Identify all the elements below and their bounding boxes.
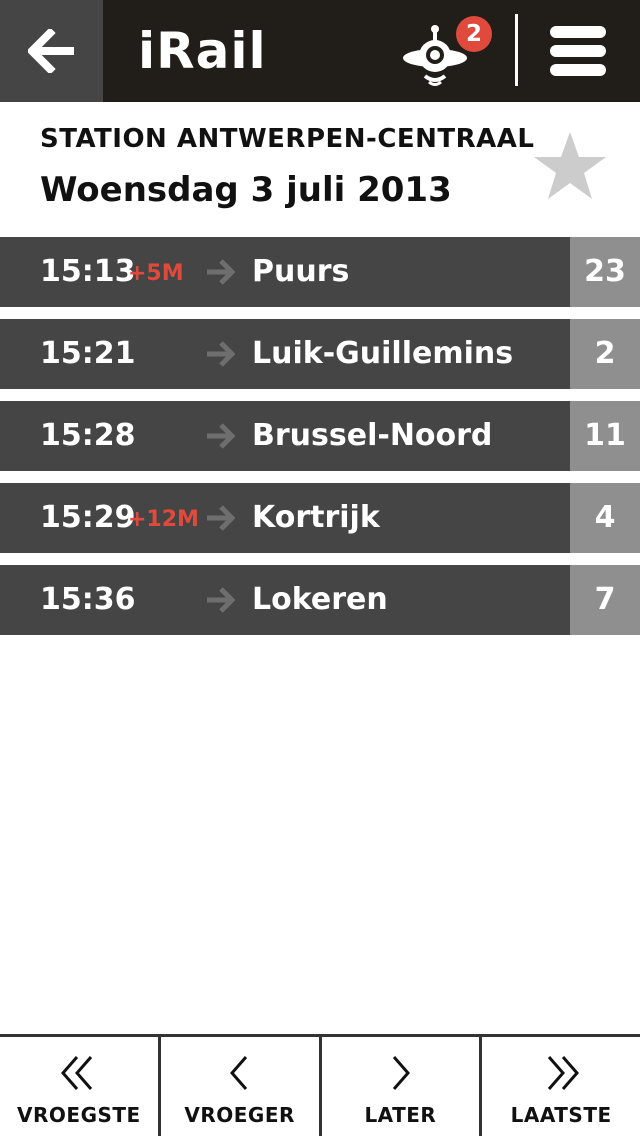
top-bar: iRail 2 (0, 0, 640, 102)
earliest-label: VROEGSTE (17, 1103, 141, 1127)
favorite-button[interactable] (532, 128, 608, 204)
chevron-right-icon (393, 1056, 411, 1090)
departure-row[interactable]: 15:13 +5M Puurs 23 (0, 237, 640, 307)
departure-time: 15:21 (40, 336, 136, 371)
earliest-button[interactable]: VROEGSTE (0, 1037, 161, 1136)
double-chevron-right-icon (547, 1056, 580, 1090)
departure-row[interactable]: 15:36 Lokeren 7 (0, 565, 640, 635)
menu-button[interactable] (540, 20, 615, 82)
departure-delay: +12M (128, 507, 199, 532)
hamburger-icon (550, 26, 606, 38)
later-button[interactable]: LATER (322, 1037, 483, 1136)
station-header: STATION ANTWERPEN-CENTRAAL Woensdag 3 ju… (0, 102, 640, 237)
station-name: STATION ANTWERPEN-CENTRAAL (40, 124, 535, 154)
arrow-right-icon (207, 259, 235, 285)
back-button[interactable] (0, 0, 103, 102)
hamburger-icon-bar (550, 45, 606, 57)
platform-number: 7 (570, 565, 640, 635)
departure-destination: Kortrijk (252, 500, 380, 535)
latest-button[interactable]: LAATSTE (482, 1037, 640, 1136)
departure-destination: Lokeren (252, 582, 388, 617)
bottom-navigation: VROEGSTE VROEGER LATER LAATSTE (0, 1034, 640, 1136)
back-arrow-icon (27, 29, 74, 73)
topbar-divider (515, 14, 518, 86)
double-chevron-left-icon (60, 1056, 93, 1090)
earlier-label: VROEGER (184, 1103, 295, 1127)
departure-time: 15:29 (40, 500, 136, 535)
departure-time: 15:36 (40, 582, 136, 617)
departures-list: 15:13 +5M Puurs 23 15:21 Luik-Guillemins 2 15:2… (0, 237, 640, 647)
departure-time: 15:28 (40, 418, 136, 453)
earlier-button[interactable]: VROEGER (161, 1037, 322, 1136)
app-title: iRail (138, 22, 267, 80)
later-label: LATER (364, 1103, 437, 1127)
star-icon (534, 132, 606, 199)
departure-row[interactable]: 15:28 Brussel-Noord 11 (0, 401, 640, 471)
departure-destination: Brussel-Noord (252, 418, 493, 453)
arrow-right-icon (207, 423, 235, 449)
departure-time: 15:13 (40, 254, 136, 289)
departure-destination: Puurs (252, 254, 350, 289)
platform-number: 4 (570, 483, 640, 553)
platform-number: 23 (570, 237, 640, 307)
hamburger-icon-bar (550, 64, 606, 76)
platform-number: 11 (570, 401, 640, 471)
arrow-right-icon (207, 341, 235, 367)
departure-date: Woensdag 3 juli 2013 (40, 170, 452, 210)
departure-row[interactable]: 15:21 Luik-Guillemins 2 (0, 319, 640, 389)
departure-destination: Luik-Guillemins (252, 336, 514, 371)
departure-row[interactable]: 15:29 +12M Kortrijk 4 (0, 483, 640, 553)
chevron-left-icon (229, 1056, 247, 1090)
notification-badge: 2 (456, 16, 492, 52)
notifications-button[interactable]: 2 (400, 16, 495, 90)
latest-label: LAATSTE (510, 1103, 612, 1127)
departure-delay: +5M (128, 261, 184, 286)
arrow-right-icon (207, 505, 235, 531)
platform-number: 2 (570, 319, 640, 389)
arrow-right-icon (207, 587, 235, 613)
